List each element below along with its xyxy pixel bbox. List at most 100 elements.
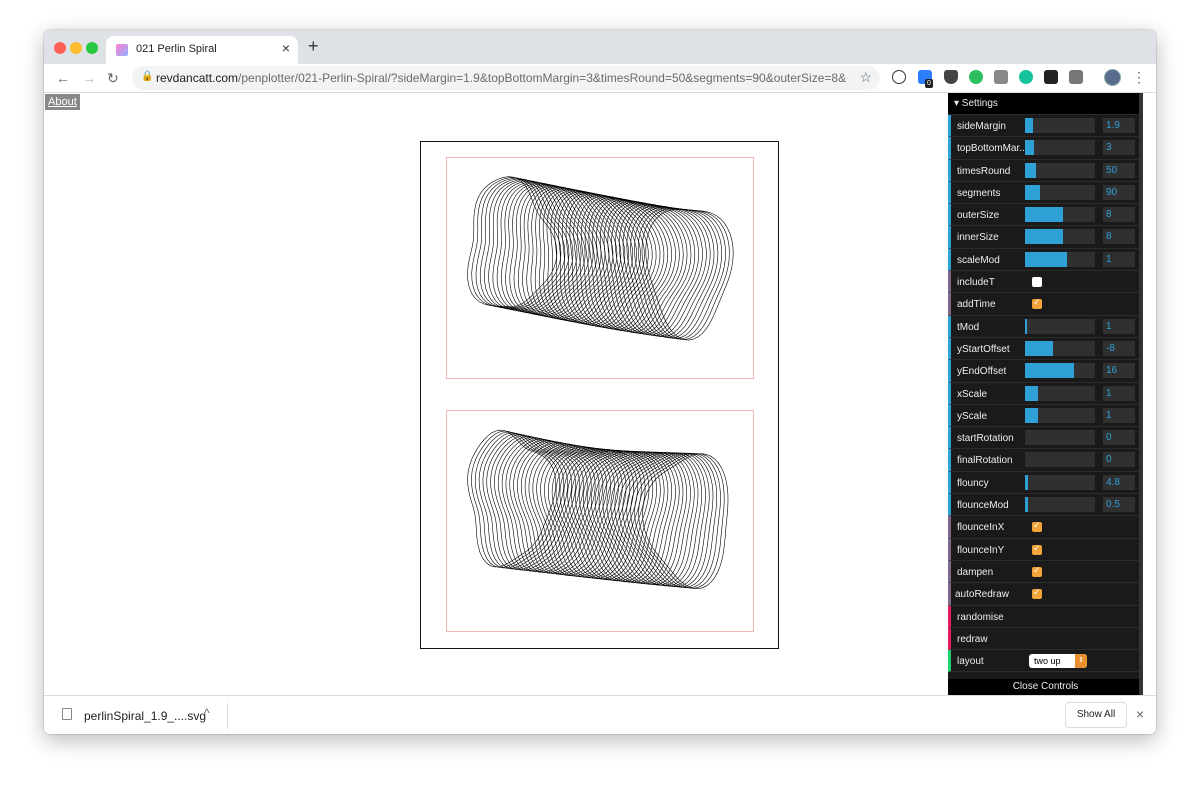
setting-label: dampen: [957, 566, 994, 578]
setting-slider[interactable]: [1025, 407, 1095, 423]
setting-dampen[interactable]: dampen: [948, 560, 1143, 584]
close-controls-button[interactable]: Close Controls: [948, 679, 1143, 695]
setting-checkbox[interactable]: [1032, 297, 1042, 310]
setting-flouncemod[interactable]: flounceMod 0.5: [948, 494, 1143, 517]
setting-value-input[interactable]: -8: [1103, 340, 1135, 356]
setting-slider[interactable]: [1025, 162, 1095, 178]
camera-extension-icon[interactable]: [994, 70, 1008, 84]
info-extension-icon[interactable]: [892, 70, 906, 84]
layout-select[interactable]: two up ⇕: [1029, 654, 1087, 669]
setting-slider[interactable]: [1025, 318, 1095, 334]
setting-slider[interactable]: [1025, 497, 1095, 513]
download-filename[interactable]: perlinSpiral_1.9_....svg: [84, 709, 206, 723]
tab-close-icon[interactable]: ×: [282, 40, 290, 56]
setting-yendoffset[interactable]: yEndOffset 16: [948, 360, 1143, 383]
close-window-button[interactable]: [54, 42, 66, 54]
setting-startrotation[interactable]: startRotation 0: [948, 427, 1143, 450]
setting-timesround[interactable]: timesRound 50: [948, 159, 1143, 182]
setting-value-input[interactable]: 1: [1103, 318, 1135, 334]
setting-segments[interactable]: segments 90: [948, 181, 1143, 205]
setting-layout[interactable]: layout two up ⇕: [948, 650, 1143, 673]
shield-extension-icon[interactable]: [944, 70, 958, 84]
setting-slider[interactable]: [1025, 229, 1095, 245]
setting-scalemod[interactable]: scaleMod 1: [948, 248, 1143, 272]
reload-icon[interactable]: ↻: [107, 69, 119, 87]
setting-value-input[interactable]: 0.5: [1103, 497, 1135, 513]
spiral-line: [630, 206, 719, 339]
new-tab-button[interactable]: +: [308, 37, 319, 55]
setting-value-input[interactable]: 1: [1103, 407, 1135, 423]
setting-flounceinx[interactable]: flounceInX: [948, 516, 1143, 539]
setting-label: flounceInY: [957, 544, 1005, 556]
setting-slider[interactable]: [1025, 207, 1095, 223]
setting-slider[interactable]: [1025, 385, 1095, 401]
spiral-line: [580, 196, 669, 330]
setting-value-input[interactable]: 8: [1103, 229, 1135, 245]
setting-value-input[interactable]: 1: [1103, 251, 1135, 267]
setting-redraw[interactable]: redraw: [948, 627, 1143, 651]
setting-ystartoffset[interactable]: yStartOffset -8: [948, 337, 1143, 361]
setting-value-input[interactable]: 8: [1103, 207, 1135, 223]
chevron-up-icon[interactable]: ^: [204, 706, 210, 720]
setting-checkbox[interactable]: [1032, 543, 1042, 555]
setting-tmod[interactable]: tMod 1: [948, 315, 1143, 338]
setting-flouncy[interactable]: flouncy 4.8: [948, 471, 1143, 495]
setting-value-input[interactable]: 1: [1103, 385, 1135, 401]
bookmark-star-icon[interactable]: ☆: [859, 69, 872, 86]
forward-icon[interactable]: →: [82, 69, 96, 87]
show-all-button[interactable]: Show All: [1065, 702, 1127, 728]
setting-slider[interactable]: [1025, 363, 1095, 379]
setting-value-input[interactable]: 3: [1103, 140, 1135, 156]
grammarly-extension-icon[interactable]: [1019, 70, 1033, 84]
setting-value-input[interactable]: 4.8: [1103, 474, 1135, 490]
setting-innersize[interactable]: innerSize 8: [948, 226, 1143, 249]
setting-sidemargin[interactable]: sideMargin 1.9: [948, 115, 1143, 138]
setting-finalrotation[interactable]: finalRotation 0: [948, 449, 1143, 472]
evernote-extension-icon[interactable]: [969, 70, 983, 84]
setting-slider[interactable]: [1025, 118, 1095, 133]
setting-randomise[interactable]: randomise: [948, 605, 1143, 628]
slider-fill: [1025, 184, 1041, 200]
setting-yscale[interactable]: yScale 1: [948, 404, 1143, 428]
setting-value-input[interactable]: 50: [1103, 162, 1135, 178]
settings-title[interactable]: ▾ Settings: [948, 93, 1143, 115]
setting-value-input[interactable]: 0: [1103, 452, 1135, 468]
setting-checkbox[interactable]: [1032, 520, 1042, 533]
about-link[interactable]: About: [45, 94, 80, 110]
close-downloads-icon[interactable]: ×: [1136, 706, 1144, 722]
setting-slider[interactable]: [1025, 251, 1095, 267]
setting-value-input[interactable]: 16: [1103, 363, 1135, 379]
address-bar[interactable]: 🔒 revdancatt.com/penplotter/021-Perlin-S…: [132, 66, 880, 90]
setting-includet[interactable]: includeT: [948, 271, 1143, 294]
setting-slider[interactable]: [1025, 430, 1095, 446]
extension-icon[interactable]: [1069, 70, 1083, 84]
setting-checkbox[interactable]: [1032, 587, 1042, 600]
extension-icon[interactable]: [1044, 70, 1058, 84]
setting-slider[interactable]: [1025, 474, 1095, 490]
setting-slider[interactable]: [1025, 184, 1095, 200]
setting-addtime[interactable]: addTime: [948, 293, 1143, 316]
minimize-window-button[interactable]: [70, 42, 82, 54]
setting-xscale[interactable]: xScale 1: [948, 382, 1143, 405]
profile-avatar[interactable]: [1104, 69, 1121, 86]
browser-menu-icon[interactable]: ⋮: [1132, 69, 1146, 86]
setting-value-input[interactable]: 0: [1103, 430, 1135, 446]
setting-autoredraw[interactable]: autoRedraw: [948, 583, 1143, 606]
setting-outersize[interactable]: outerSize 8: [948, 204, 1143, 227]
url-text[interactable]: revdancatt.com/penplotter/021-Perlin-Spi…: [156, 71, 846, 85]
setting-checkbox[interactable]: [1032, 277, 1042, 288]
setting-slider[interactable]: [1025, 140, 1095, 156]
setting-slider[interactable]: [1025, 340, 1095, 356]
maximize-window-button[interactable]: [86, 42, 98, 54]
settings-scrollbar[interactable]: [1139, 93, 1143, 695]
setting-flounceiny[interactable]: flounceInY: [948, 538, 1143, 561]
setting-checkbox[interactable]: [1032, 565, 1042, 577]
spiral-line: [569, 194, 657, 328]
tab-active[interactable]: 021 Perlin Spiral ×: [106, 36, 298, 64]
setting-topbottommar[interactable]: topBottomMar... 3: [948, 137, 1143, 160]
setting-value-input[interactable]: 90: [1103, 184, 1135, 200]
back-icon[interactable]: ←: [56, 69, 70, 87]
setting-value-input[interactable]: 1.9: [1103, 118, 1135, 133]
setting-slider[interactable]: [1025, 452, 1095, 468]
spiral-line: [638, 453, 725, 589]
